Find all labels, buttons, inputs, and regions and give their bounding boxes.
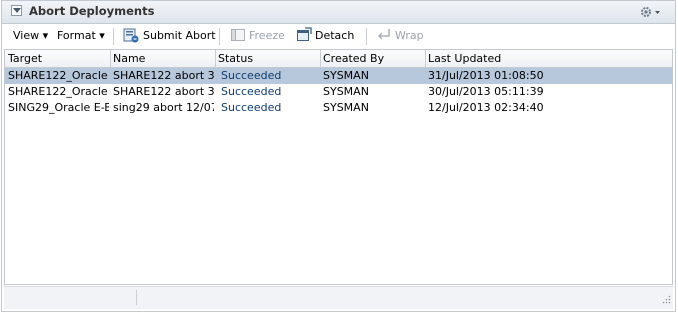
- status-link[interactable]: Succeeded: [221, 69, 319, 82]
- submit-abort-button[interactable]: Submit Abort: [143, 29, 216, 42]
- column-header-status[interactable]: Status: [218, 52, 318, 65]
- toolbar-separator: [113, 28, 114, 45]
- cell-created-by: SYSMAN: [323, 69, 369, 82]
- cell-target: SHARE122_Oracle E-Bus: [8, 85, 109, 98]
- table-row[interactable]: SHARE122_Oracle E-Bus SHARE122 abort 31/…: [5, 68, 672, 84]
- submit-abort-icon: [123, 27, 139, 46]
- wrap-button[interactable]: Wrap: [395, 29, 424, 42]
- status-link[interactable]: Succeeded: [221, 85, 319, 98]
- freeze-icon: [230, 27, 246, 46]
- abort-deployments-panel: Abort Deployments View ▾ Format ▾ Submit…: [1, 0, 676, 312]
- status-bar-divider: [136, 290, 137, 305]
- column-header-name[interactable]: Name: [113, 52, 213, 65]
- cell-name: sing29 abort 12/07/13: [113, 101, 214, 114]
- cell-name: SHARE122 abort 31/07: [113, 69, 214, 82]
- toolbar-separator: [219, 28, 220, 45]
- view-menu[interactable]: View ▾: [13, 29, 48, 42]
- status-link[interactable]: Succeeded: [221, 101, 319, 114]
- cell-name: SHARE122 abort 30/07: [113, 85, 214, 98]
- column-divider[interactable]: [425, 50, 426, 67]
- cell-created-by: SYSMAN: [323, 85, 369, 98]
- cell-target: SHARE122_Oracle E-Bus: [8, 69, 109, 82]
- table-row[interactable]: SING29_Oracle E-Bus sing29 abort 12/07/1…: [5, 100, 672, 116]
- cell-last-updated: 31/Jul/2013 01:08:50: [428, 69, 544, 82]
- toolbar-separator: [366, 28, 367, 45]
- panel-title: Abort Deployments: [29, 4, 155, 18]
- column-header-created-by[interactable]: Created By: [323, 52, 423, 65]
- column-header-target[interactable]: Target: [8, 52, 108, 65]
- column-divider[interactable]: [215, 50, 216, 67]
- detach-icon: [296, 27, 312, 46]
- cell-created-by: SYSMAN: [323, 101, 369, 114]
- deployments-table: Target Name Status Created By Last Updat…: [4, 49, 673, 285]
- panel-header: Abort Deployments: [2, 1, 675, 24]
- chevron-down-icon: ▾: [99, 29, 105, 42]
- detach-button[interactable]: Detach: [315, 29, 354, 42]
- format-menu[interactable]: Format ▾: [57, 29, 105, 42]
- status-bar: [4, 286, 673, 309]
- resize-grip-icon[interactable]: [662, 294, 671, 307]
- cell-target: SING29_Oracle E-Bus: [8, 101, 109, 114]
- cell-last-updated: 30/Jul/2013 05:11:39: [428, 85, 544, 98]
- wrap-icon: [376, 27, 392, 46]
- toolbar: View ▾ Format ▾ Submit Abort Freeze Deta…: [2, 24, 675, 48]
- chevron-down-icon: ▾: [42, 29, 49, 42]
- column-divider[interactable]: [320, 50, 321, 67]
- column-header-last-updated[interactable]: Last Updated: [428, 52, 668, 65]
- table-header: Target Name Status Created By Last Updat…: [5, 50, 672, 68]
- freeze-button[interactable]: Freeze: [249, 29, 285, 42]
- cell-last-updated: 12/Jul/2013 02:34:40: [428, 101, 544, 114]
- gear-icon[interactable]: [639, 4, 663, 20]
- column-divider[interactable]: [110, 50, 111, 67]
- disclosure-triangle-icon[interactable]: [11, 5, 22, 16]
- table-row[interactable]: SHARE122_Oracle E-Bus SHARE122 abort 30/…: [5, 84, 672, 100]
